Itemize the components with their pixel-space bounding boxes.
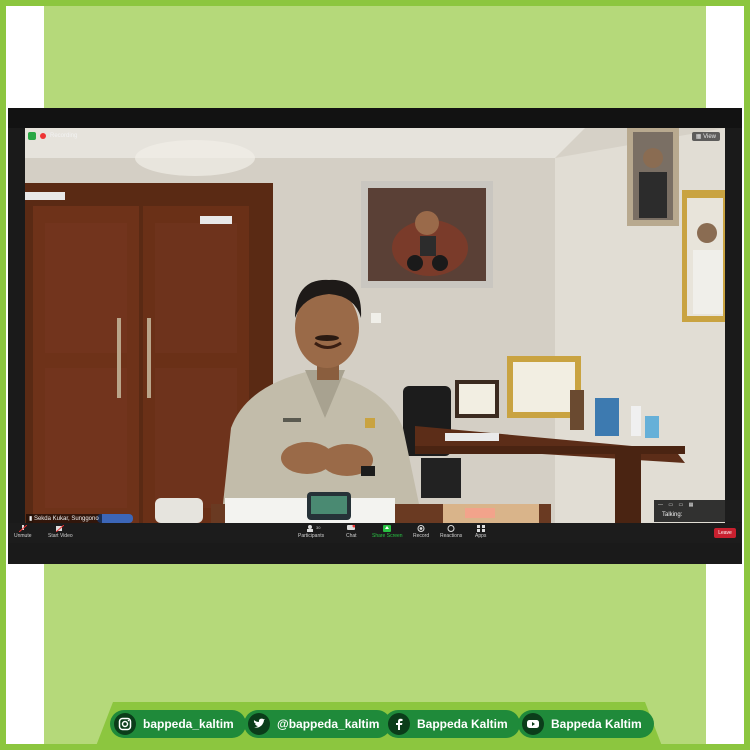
talking-panel: — ▭ ▭ ▦ Talking: <box>654 500 742 522</box>
instagram-icon <box>114 713 136 735</box>
twitter-icon <box>248 713 270 735</box>
zoom-window: Recording ▦ View ▮ Sekda Kukar, Sunggono… <box>8 108 742 564</box>
participants-label: Participants <box>298 533 325 539</box>
zoom-topbar <box>8 108 742 128</box>
participants-icon <box>307 525 314 532</box>
reactions-button[interactable]: Reactions <box>440 525 462 539</box>
reactions-label: Reactions <box>440 533 463 539</box>
twitter-handle: @bappeda_kaltim <box>277 717 380 731</box>
view-label: View <box>703 134 716 140</box>
youtube-link[interactable]: Bappeda Kaltim <box>518 710 654 738</box>
office-scene <box>25 128 725 523</box>
unmute-button[interactable]: Unmute <box>14 525 32 539</box>
record-label: Record <box>413 533 430 539</box>
share-screen-icon <box>383 525 392 532</box>
youtube-name: Bappeda Kaltim <box>551 717 642 731</box>
video-off-icon <box>56 525 65 532</box>
instagram-handle: bappeda_kaltim <box>143 717 234 731</box>
grid-view-icon: ▦ <box>695 134 704 140</box>
apps-button[interactable]: Apps <box>475 525 486 539</box>
facebook-link[interactable]: Bappeda Kaltim <box>384 710 520 738</box>
muted-mic-icon <box>18 525 27 532</box>
zoom-toolbar: Unmute Start Video Participants 30 Chat … <box>8 523 742 543</box>
participant-name-tag: ▮ Sekda Kukar, Sunggono <box>26 514 102 523</box>
talking-label: Talking: <box>662 512 683 518</box>
start-video-label: Start Video <box>48 533 73 539</box>
chat-button[interactable]: Chat <box>346 525 357 539</box>
record-button[interactable]: Record <box>413 525 429 539</box>
participants-count: 30 <box>316 525 321 530</box>
recording-label: Recording <box>50 133 78 139</box>
mini-view-controls-icon[interactable]: — ▭ ▭ ▦ <box>658 502 695 508</box>
apps-label: Apps <box>475 533 487 539</box>
leave-button[interactable]: Leave <box>714 528 736 538</box>
video-feed <box>25 128 725 523</box>
unmute-label: Unmute <box>14 533 32 539</box>
shield-icon <box>28 132 36 140</box>
zoom-bottom-bar <box>8 543 742 564</box>
chat-label: Chat <box>346 533 357 539</box>
participant-name: Sekda Kukar, Sunggono <box>33 516 99 522</box>
facebook-name: Bappeda Kaltim <box>417 717 508 731</box>
smiley-icon <box>447 525 455 532</box>
top-green-panel <box>44 6 706 108</box>
youtube-icon <box>522 713 544 735</box>
chat-icon <box>347 525 356 530</box>
start-video-button[interactable]: Start Video <box>48 525 73 539</box>
recording-indicator: Recording <box>28 132 77 140</box>
recording-dot-icon <box>40 133 46 139</box>
instagram-link[interactable]: bappeda_kaltim <box>110 710 246 738</box>
share-screen-label: Share Screen <box>372 533 403 539</box>
twitter-link[interactable]: @bappeda_kaltim <box>244 710 392 738</box>
record-icon <box>417 525 425 532</box>
facebook-icon <box>388 713 410 735</box>
view-button[interactable]: ▦ View <box>691 132 720 141</box>
apps-icon <box>476 525 485 532</box>
share-screen-button[interactable]: Share Screen <box>372 525 403 539</box>
